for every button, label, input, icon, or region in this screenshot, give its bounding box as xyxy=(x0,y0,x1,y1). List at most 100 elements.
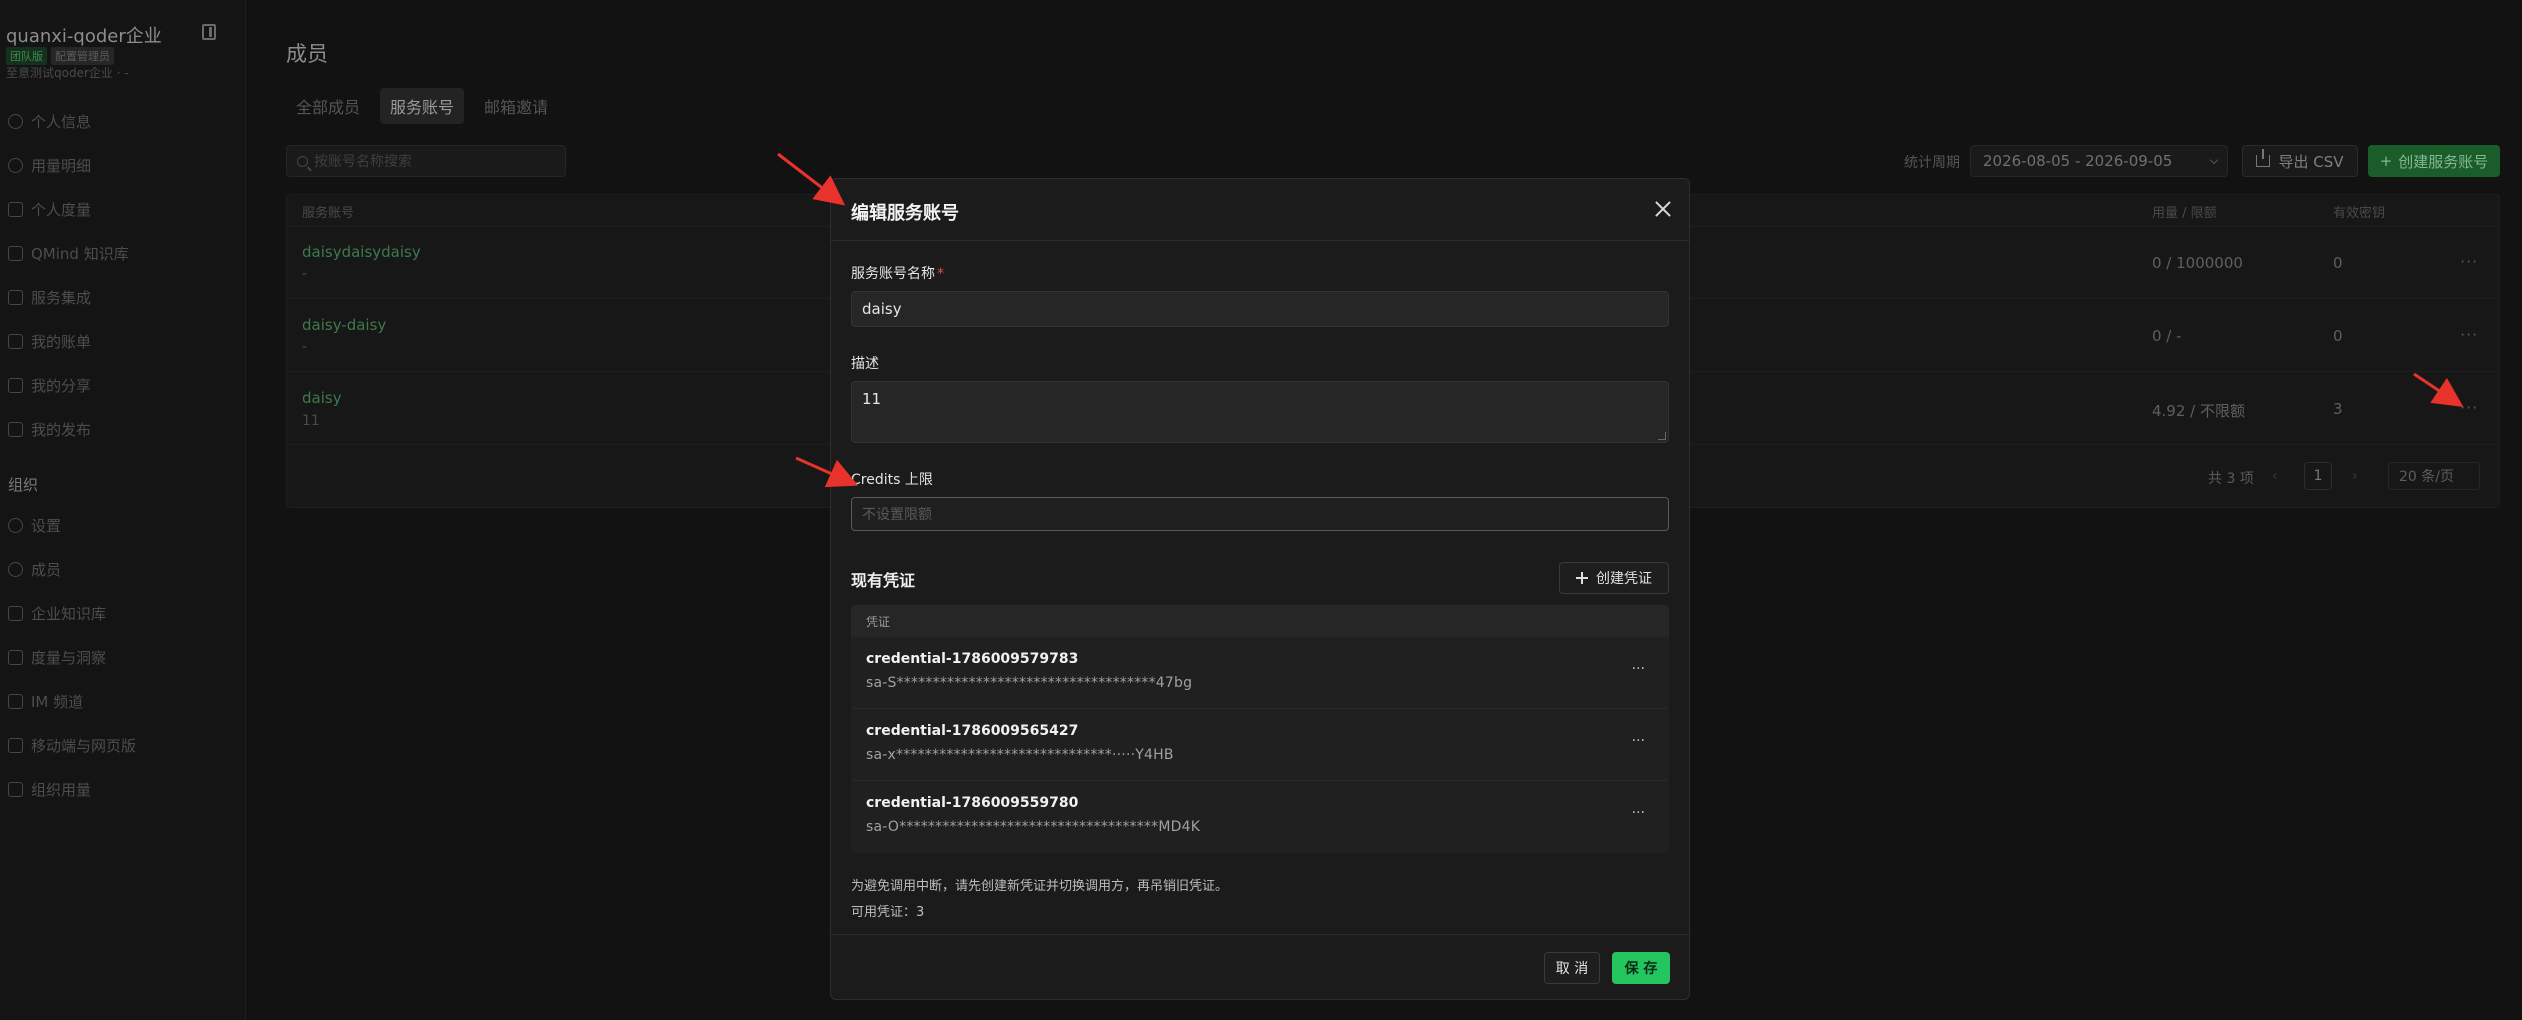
sidebar-item-label: 设置 xyxy=(31,516,62,535)
column-header-account: 服务账号 xyxy=(302,206,355,221)
sidebar-item-bills[interactable]: 我的账单 xyxy=(8,330,91,352)
org-tags: 团队版 配置管理员 xyxy=(6,47,114,65)
sidebar-item-org-usage[interactable]: 组织用量 xyxy=(8,778,91,800)
sidebar-item-members[interactable]: 成员 xyxy=(8,558,61,580)
trend-icon xyxy=(8,201,23,217)
pagination-next-button[interactable]: › xyxy=(2352,468,2358,484)
credential-row: credential-1786009579783 sa-S***********… xyxy=(851,637,1669,709)
description-value: 11 xyxy=(862,390,882,408)
resize-handle[interactable] xyxy=(1658,432,1666,440)
sidebar-item-profile[interactable]: 个人信息 xyxy=(8,110,91,132)
description-field[interactable]: 11 xyxy=(851,381,1669,443)
book-icon xyxy=(8,605,23,621)
credential-more-button[interactable]: ··· xyxy=(1632,805,1645,821)
credential-row: credential-1786009559780 sa-O***********… xyxy=(851,781,1669,853)
sidebar-item-label: 我的账单 xyxy=(31,332,92,351)
account-keys: 3 xyxy=(2333,400,2343,418)
chevron-down-icon xyxy=(2209,155,2219,165)
members-icon xyxy=(8,561,23,577)
sidebar-item-qmind[interactable]: QMind 知识库 xyxy=(8,242,129,264)
page-size-select[interactable]: 20 条/页 xyxy=(2388,462,2480,490)
account-keys: 0 xyxy=(2333,327,2343,345)
sidebar-item-label: 移动端与网页版 xyxy=(31,736,137,755)
plan-badge: 团队版 xyxy=(6,47,47,65)
credential-secret: sa-O************************************… xyxy=(866,819,1201,835)
sidebar-item-shares[interactable]: 我的分享 xyxy=(8,374,91,396)
credits-limit-field[interactable]: 不设置限额 xyxy=(851,497,1669,531)
existing-credentials-title: 现有凭证 xyxy=(851,571,916,590)
chat-icon xyxy=(8,693,23,709)
create-service-account-button[interactable]: + 创建服务账号 xyxy=(2368,145,2500,177)
account-name-link[interactable]: daisy xyxy=(302,389,342,407)
credential-more-button[interactable]: ··· xyxy=(1632,661,1645,677)
row-more-button[interactable]: ··· xyxy=(2460,252,2478,271)
name-field[interactable]: daisy xyxy=(851,291,1669,327)
sidebar-item-usage-detail[interactable]: 用量明细 xyxy=(8,154,91,176)
sidebar-item-label: 服务集成 xyxy=(31,288,92,307)
sidebar-item-publish[interactable]: 我的发布 xyxy=(8,418,91,440)
account-name-link[interactable]: daisy-daisy xyxy=(302,316,386,334)
pagination-total: 共 3 项 xyxy=(2208,471,2254,487)
tab-service-accounts[interactable]: 服务账号 xyxy=(380,88,465,124)
sidebar-item-settings[interactable]: 设置 xyxy=(8,514,61,536)
integration-icon xyxy=(8,289,23,305)
edit-service-account-dialog: 编辑服务账号 服务账号名称 * daisy 描述 11 Credits 上限 不设… xyxy=(830,178,1690,1000)
row-more-button[interactable]: ··· xyxy=(2460,398,2478,417)
org-name[interactable]: quanxi-qoder企业 xyxy=(6,22,162,48)
available-credentials-count: 可用凭证：3 xyxy=(851,905,925,920)
member-tabs: 全部成员 服务账号 邮箱邀请 xyxy=(286,88,558,124)
account-description: - xyxy=(302,339,308,355)
create-credential-button[interactable]: 创建凭证 xyxy=(1559,562,1669,594)
dialog-header: 编辑服务账号 xyxy=(831,179,1689,241)
account-description: 11 xyxy=(302,413,320,429)
pagination-prev-button[interactable]: ‹ xyxy=(2272,468,2278,484)
row-more-button[interactable]: ··· xyxy=(2460,325,2478,344)
sidebar: quanxi-qoder企业 团队版 配置管理员 至意测试qoder企业 · -… xyxy=(0,0,246,1020)
credits-limit-label: Credits 上限 xyxy=(851,472,933,488)
credential-more-button[interactable]: ··· xyxy=(1632,733,1645,749)
sidebar-item-personal-metrics[interactable]: 个人度量 xyxy=(8,198,91,220)
name-label-text: 服务账号名称 xyxy=(851,266,935,282)
period-select[interactable]: 2026-08-05 - 2026-09-05 xyxy=(1970,145,2228,177)
share-icon xyxy=(8,377,23,393)
sidebar-item-insights[interactable]: 度量与洞察 xyxy=(8,646,106,668)
rotation-hint: 为避免调用中断，请先创建新凭证并切换调用方，再吊销旧凭证。 xyxy=(851,879,1229,894)
credential-row: credential-1786009565427 sa-x***********… xyxy=(851,709,1669,781)
publish-icon xyxy=(8,421,23,437)
plus-icon xyxy=(1576,572,1588,584)
account-name-link[interactable]: daisydaisydaisy xyxy=(302,243,421,261)
search-icon xyxy=(297,155,308,167)
search-placeholder: 按账号名称搜索 xyxy=(314,154,412,170)
mobile-icon xyxy=(8,737,23,753)
sidebar-item-integrations[interactable]: 服务集成 xyxy=(8,286,91,308)
sidebar-collapse-icon[interactable] xyxy=(202,24,216,40)
sidebar-section-org: 组织 xyxy=(8,476,39,494)
sidebar-item-label: 企业知识库 xyxy=(31,604,107,623)
cancel-button[interactable]: 取 消 xyxy=(1544,952,1600,984)
usage-icon xyxy=(8,781,23,797)
account-usage: 0 / 1000000 xyxy=(2152,254,2243,272)
account-description: - xyxy=(302,266,308,282)
account-keys: 0 xyxy=(2333,254,2343,272)
tab-all-members[interactable]: 全部成员 xyxy=(286,88,370,124)
plus-icon: + xyxy=(2379,152,2393,170)
sidebar-item-enterprise-kb[interactable]: 企业知识库 xyxy=(8,602,106,624)
close-icon[interactable] xyxy=(1653,199,1673,219)
search-input[interactable]: 按账号名称搜索 xyxy=(286,145,566,177)
credentials-table: 凭证 credential-1786009579783 sa-S********… xyxy=(851,605,1669,853)
sidebar-item-mobile[interactable]: 移动端与网页版 xyxy=(8,734,136,756)
description-field-label: 描述 xyxy=(851,356,879,372)
dialog-footer: 取 消 保 存 xyxy=(831,934,1689,1000)
export-csv-button[interactable]: 导出 CSV xyxy=(2242,145,2358,177)
bill-icon xyxy=(8,333,23,349)
tab-email-invites[interactable]: 邮箱邀请 xyxy=(474,88,558,124)
save-button[interactable]: 保 存 xyxy=(1612,952,1670,984)
credits-limit-placeholder: 不设置限额 xyxy=(862,507,932,523)
sidebar-item-label: 组织用量 xyxy=(31,780,92,799)
create-credential-label: 创建凭证 xyxy=(1596,571,1652,587)
sidebar-item-im[interactable]: IM 频道 xyxy=(8,690,83,712)
period-label: 统计周期 xyxy=(1904,155,1960,171)
export-label: 导出 CSV xyxy=(2278,152,2344,171)
pagination-page-1[interactable]: 1 xyxy=(2304,462,2332,490)
sidebar-item-label: IM 频道 xyxy=(31,692,84,711)
